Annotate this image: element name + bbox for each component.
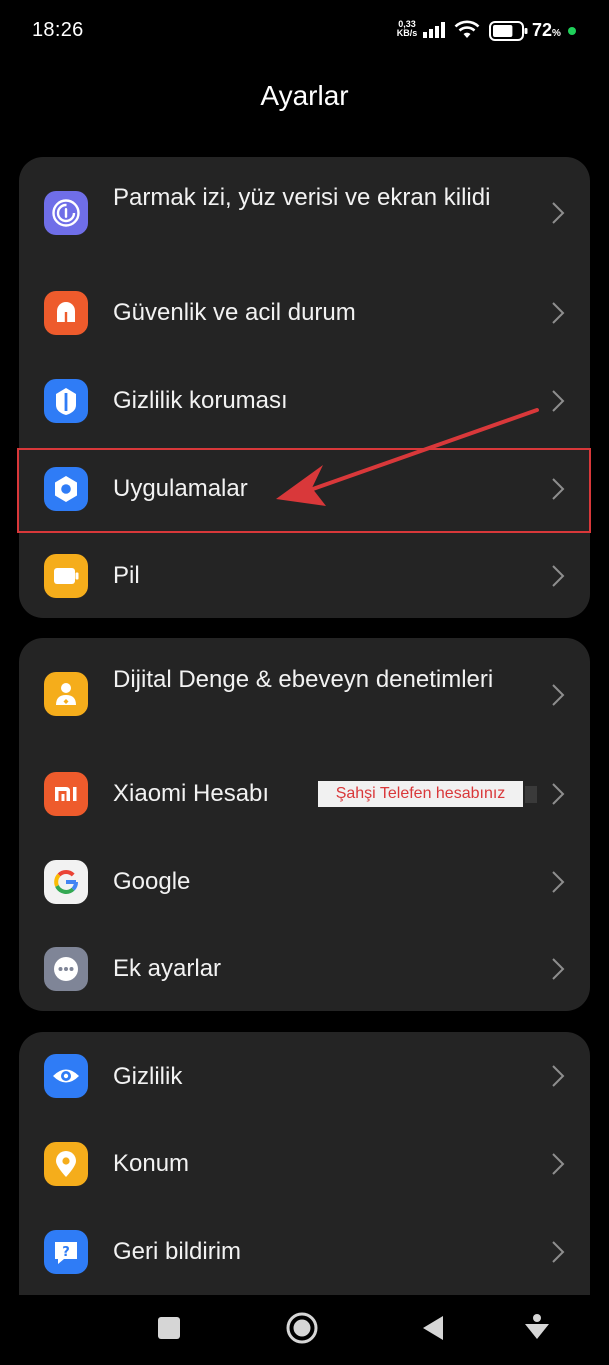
settings-group-security: Parmak izi, yüz verisi ve ekran kilidi G…: [19, 157, 590, 618]
recents-button[interactable]: [157, 1316, 181, 1340]
fingerprint-icon: [44, 191, 88, 235]
battery-unit: %: [552, 28, 561, 39]
wifi-icon: [454, 20, 480, 38]
chevron-right-icon: [552, 1241, 565, 1263]
chevron-right-icon: [552, 390, 565, 412]
annotation-label: Şahşi Telefen hesabınız: [318, 781, 523, 807]
settings-item-location[interactable]: Konum: [19, 1120, 590, 1208]
network-speed-unit: KB/s: [396, 28, 418, 38]
settings-item-label: Güvenlik ve acil durum: [113, 299, 356, 326]
page-title: Ayarlar: [260, 80, 349, 111]
more-dots-icon: [44, 947, 88, 991]
chevron-right-icon: [552, 1065, 565, 1087]
accessibility-icon[interactable]: [523, 1313, 551, 1341]
settings-group-privacy: Gizlilik Konum ? Geri bildirim: [19, 1032, 590, 1295]
settings-item-privacy-protection[interactable]: Gizlilik koruması: [19, 357, 590, 445]
settings-group-accounts: Dijital Denge & ebeveyn denetimleri Xiao…: [19, 638, 590, 1011]
charging-indicator: [568, 27, 576, 35]
network-speed: 0,33 KB/s: [394, 20, 420, 38]
google-g-icon: [44, 860, 88, 904]
annotation-tail: [525, 786, 537, 803]
settings-item-battery[interactable]: Pil: [19, 533, 590, 618]
feedback-icon: ?: [44, 1230, 88, 1274]
battery-value: 72: [532, 20, 553, 40]
settings-item-label: Parmak izi, yüz verisi ve ekran kilidi: [113, 184, 491, 211]
settings-item-label: Gizlilik: [113, 1063, 183, 1090]
battery-status-icon: [489, 21, 528, 41]
settings-item-label: Google: [113, 868, 191, 895]
chevron-right-icon: [552, 565, 565, 587]
settings-item-label: Ek ayarlar: [113, 955, 222, 982]
chevron-right-icon: [552, 783, 565, 805]
chevron-right-icon: [552, 202, 565, 224]
annotation-highlight-box: [17, 448, 591, 533]
back-button[interactable]: [421, 1315, 445, 1341]
xiaomi-mi-icon: [44, 772, 88, 816]
settings-item-label: Gizlilik koruması: [113, 387, 288, 414]
settings-item-privacy[interactable]: Gizlilik: [19, 1032, 590, 1120]
settings-item-label: Pil: [113, 562, 140, 589]
settings-item-feedback[interactable]: ? Geri bildirim: [19, 1208, 590, 1295]
eye-icon: [44, 1054, 88, 1098]
settings-item-google[interactable]: Google: [19, 838, 590, 926]
privacy-shield-icon: [44, 379, 88, 423]
chevron-right-icon: [552, 958, 565, 980]
chevron-right-icon: [552, 871, 565, 893]
settings-item-label: Konum: [113, 1150, 190, 1177]
navigation-bar: [0, 1295, 609, 1365]
status-time: 18:26: [32, 19, 84, 41]
svg-text:?: ?: [62, 1245, 70, 1260]
chevron-right-icon: [552, 302, 565, 324]
status-bar: 18:26 0,33 KB/s 72%: [0, 0, 609, 62]
location-pin-icon: [44, 1142, 88, 1186]
emergency-icon: [44, 291, 88, 335]
signal-strength-icon: [423, 22, 445, 38]
battery-percentage: 72%: [532, 20, 561, 41]
home-button[interactable]: [285, 1311, 319, 1345]
digital-wellbeing-icon: [44, 672, 88, 716]
settings-item-label: Geri bildirim: [113, 1238, 242, 1265]
settings-item-digital-wellbeing[interactable]: Dijital Denge & ebeveyn denetimleri: [19, 638, 590, 750]
settings-item-fingerprint[interactable]: Parmak izi, yüz verisi ve ekran kilidi: [19, 157, 590, 269]
battery-icon: [44, 554, 88, 598]
settings-item-label: Dijital Denge & ebeveyn denetimleri: [113, 666, 494, 693]
settings-item-security-emergency[interactable]: Güvenlik ve acil durum: [19, 269, 590, 357]
chevron-right-icon: [552, 684, 565, 706]
settings-item-additional-settings[interactable]: Ek ayarlar: [19, 926, 590, 1011]
chevron-right-icon: [552, 1153, 565, 1175]
